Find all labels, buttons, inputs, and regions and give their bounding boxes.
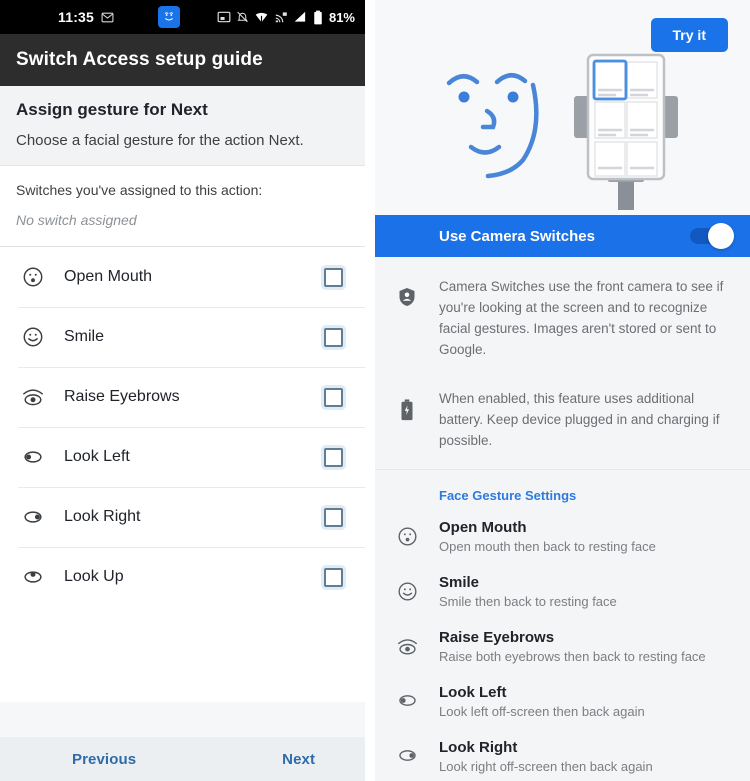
gesture-option-checkbox[interactable] xyxy=(324,447,343,467)
gesture-option-raise-eyebrows[interactable]: Raise Eyebrows xyxy=(0,367,365,427)
gesture-option-look-right[interactable]: Look Right xyxy=(0,487,365,547)
open-mouth-face-icon xyxy=(375,519,439,554)
screenshot-root: 11:35 81% Switch Access setup guide Assi… xyxy=(0,0,750,781)
status-bar-clock: 11:35 xyxy=(58,9,95,25)
look-up-eye-icon xyxy=(18,567,48,587)
assign-gesture-title: Assign gesture for Next xyxy=(16,100,208,119)
switch-access-setup-phone-panel: 11:35 81% Switch Access setup guide Assi… xyxy=(0,0,365,781)
look-right-eye-icon xyxy=(18,507,48,527)
face-gesture-title: Look Left xyxy=(439,684,507,702)
previous-button[interactable]: Previous xyxy=(72,751,136,768)
face-gesture-subtitle: Raise both eyebrows then back to resting… xyxy=(439,649,706,665)
gesture-option-open-mouth[interactable]: Open Mouth xyxy=(0,247,365,307)
face-gesture-body: Look Left Look left off-screen then back… xyxy=(439,684,730,719)
message-icon xyxy=(101,11,114,24)
assign-gesture-description: Choose a facial gesture for the action N… xyxy=(16,132,304,149)
smile-face-icon xyxy=(375,574,439,609)
gesture-option-checkbox[interactable] xyxy=(324,327,343,347)
face-gesture-title: Smile xyxy=(439,574,480,592)
face-gesture-subtitle: Look right off-screen then back again xyxy=(439,759,653,775)
face-gesture-body: Open Mouth Open mouth then back to resti… xyxy=(439,519,730,554)
privacy-shield-face-icon xyxy=(375,277,439,361)
face-gesture-body: Raise Eyebrows Raise both eyebrows then … xyxy=(439,629,730,664)
face-gesture-settings-header: Face Gesture Settings xyxy=(439,488,577,504)
wifi-icon xyxy=(255,12,268,23)
camera-switches-settings-panel: Try it Use Camera Switches Camera Switch… xyxy=(375,0,750,781)
page-title: Switch Access setup guide xyxy=(16,49,263,70)
gesture-option-look-up[interactable]: Look Up xyxy=(0,547,365,607)
face-illustration xyxy=(446,73,539,179)
status-bar-system-icons: 81% xyxy=(217,10,355,25)
info-row-privacy: Camera Switches use the front camera to … xyxy=(375,263,750,375)
raise-eyebrows-icon xyxy=(18,386,48,408)
gesture-option-label: Look Up xyxy=(64,568,124,585)
face-gesture-smile[interactable]: Smile Smile then back to resting face xyxy=(375,564,750,619)
gesture-option-label: Smile xyxy=(64,328,105,345)
info-text-battery: When enabled, this feature uses addition… xyxy=(439,390,720,448)
gesture-option-label: Open Mouth xyxy=(64,268,153,285)
gesture-option-list: Open Mouth Smile Raise Eyebrows Look Lef… xyxy=(0,247,365,607)
assigned-switches-card: Switches you've assigned to this action:… xyxy=(0,166,365,247)
info-text-privacy: Camera Switches use the front camera to … xyxy=(439,279,724,357)
face-gesture-title: Open Mouth xyxy=(439,519,527,537)
camera-switches-face-icon xyxy=(158,6,181,28)
smile-face-icon xyxy=(18,326,48,348)
info-row-battery: When enabled, this feature uses addition… xyxy=(375,375,750,466)
gesture-option-label: Look Left xyxy=(64,448,130,465)
face-gesture-look-left[interactable]: Look Left Look left off-screen then back… xyxy=(375,674,750,729)
look-right-eye-icon xyxy=(375,739,439,774)
setup-navigation-bar: Previous Next xyxy=(0,737,365,781)
face-gesture-subtitle: Smile then back to resting face xyxy=(439,594,617,610)
open-mouth-face-icon xyxy=(18,266,48,288)
face-gesture-title: Raise Eyebrows xyxy=(439,629,555,647)
next-button[interactable]: Next xyxy=(282,751,315,768)
assigned-switches-label: Switches you've assigned to this action: xyxy=(16,182,263,198)
gesture-option-look-left[interactable]: Look Left xyxy=(0,427,365,487)
battery-charging-icon xyxy=(375,389,439,452)
gesture-option-smile[interactable]: Smile xyxy=(0,307,365,367)
phone-on-stand-illustration xyxy=(574,53,678,210)
try-it-button[interactable]: Try it xyxy=(650,18,728,52)
battery-percent-label: 81% xyxy=(328,9,355,25)
status-bar: 11:35 81% xyxy=(0,0,365,34)
battery-icon xyxy=(314,10,322,24)
look-left-eye-icon xyxy=(375,684,439,719)
notifications-off-icon xyxy=(237,11,248,23)
face-gesture-body: Look Right Look right off-screen then ba… xyxy=(439,739,730,774)
face-gesture-body: Smile Smile then back to resting face xyxy=(439,574,730,609)
face-gesture-subtitle: Look left off-screen then back again xyxy=(439,704,645,720)
assign-gesture-header: Assign gesture for Next Choose a facial … xyxy=(0,86,365,166)
cast-icon xyxy=(275,12,287,23)
use-camera-switches-label: Use Camera Switches xyxy=(439,227,595,245)
face-gesture-open-mouth[interactable]: Open Mouth Open mouth then back to resti… xyxy=(375,509,750,564)
gesture-option-checkbox[interactable] xyxy=(324,567,343,587)
gesture-option-label: Raise Eyebrows xyxy=(64,388,180,405)
list-bottom-spacer xyxy=(0,607,365,702)
look-left-eye-icon xyxy=(18,447,48,467)
use-camera-switches-banner[interactable]: Use Camera Switches xyxy=(375,215,750,257)
face-gesture-look-right[interactable]: Look Right Look right off-screen then ba… xyxy=(375,729,750,781)
face-gesture-settings-list: Open Mouth Open mouth then back to resti… xyxy=(375,509,750,781)
gesture-option-checkbox[interactable] xyxy=(324,387,343,407)
assigned-switches-value: No switch assigned xyxy=(16,212,137,228)
screenshot-icon xyxy=(217,11,231,23)
face-gesture-raise-eyebrows[interactable]: Raise Eyebrows Raise both eyebrows then … xyxy=(375,619,750,674)
camera-switches-info-block: Camera Switches use the front camera to … xyxy=(375,257,750,471)
face-gesture-title: Look Right xyxy=(439,739,518,757)
signal-icon xyxy=(294,11,306,22)
panel-divider xyxy=(365,0,375,781)
toggle-knob xyxy=(708,223,734,249)
use-camera-switches-toggle[interactable] xyxy=(690,223,734,249)
gesture-option-checkbox[interactable] xyxy=(324,507,343,527)
raise-eyebrows-icon xyxy=(375,629,439,664)
hero-illustration-area: Try it xyxy=(375,0,750,215)
gesture-option-checkbox[interactable] xyxy=(324,267,343,287)
face-gesture-subtitle: Open mouth then back to resting face xyxy=(439,539,656,555)
gesture-option-label: Look Right xyxy=(64,508,141,525)
app-bar: Switch Access setup guide xyxy=(0,34,365,86)
